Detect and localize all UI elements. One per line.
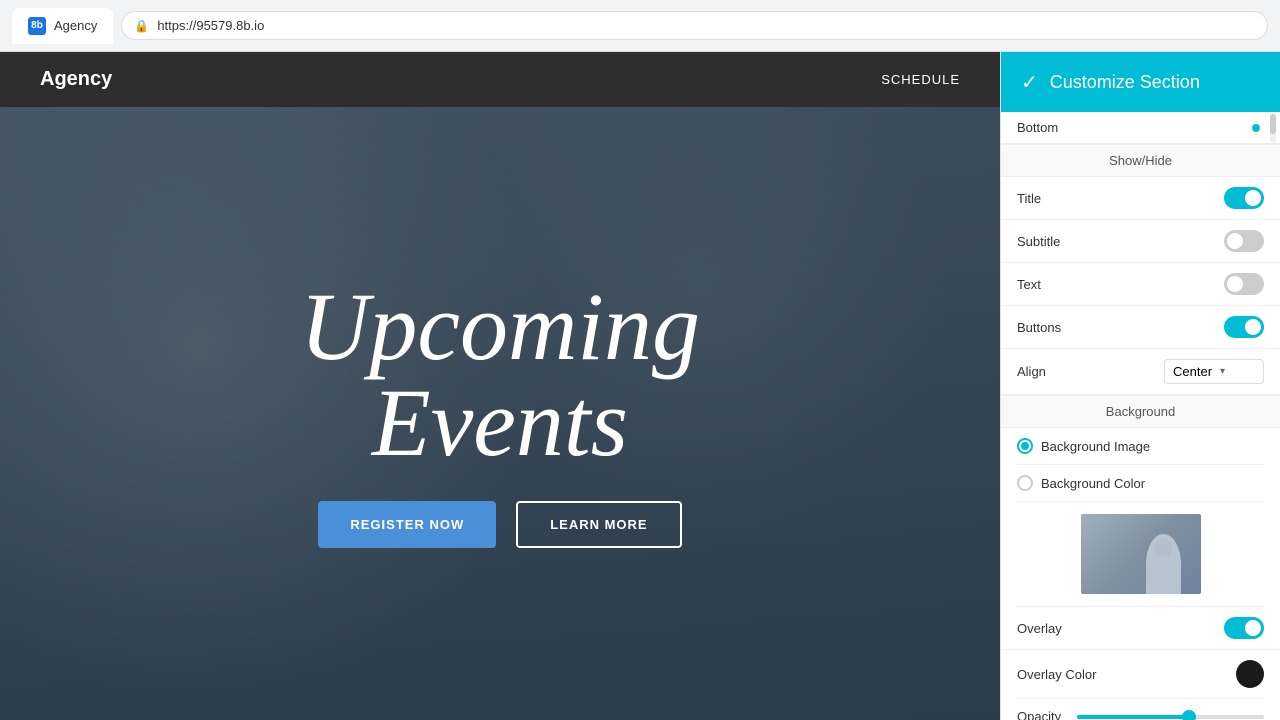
show-hide-divider: Show/Hide <box>1001 144 1280 177</box>
buttons-toggle-label: Buttons <box>1017 320 1061 335</box>
bg-image-label: Background Image <box>1041 439 1150 454</box>
customize-panel: ✓ Customize Section Bottom Show/Hide Tit… <box>1000 52 1280 720</box>
bg-image-radio-row[interactable]: Background Image <box>1017 428 1264 465</box>
overlay-color-swatch[interactable] <box>1236 660 1264 688</box>
align-row: Align Center ▾ <box>1001 349 1280 395</box>
scrollbar-track[interactable] <box>1270 112 1276 143</box>
panel-title: Customize Section <box>1050 72 1200 93</box>
bg-color-label: Background Color <box>1041 476 1145 491</box>
overlay-toggle-row: Overlay <box>1001 607 1280 650</box>
learn-more-button[interactable]: LEARN MORE <box>516 501 681 548</box>
bottom-label: Bottom <box>1017 120 1252 135</box>
hero-section: Upcoming Events REGISTER NOW LEARN MORE <box>0 107 1000 720</box>
subtitle-toggle-label: Subtitle <box>1017 234 1060 249</box>
browser-tab[interactable]: 8b Agency <box>12 8 113 44</box>
main-content: Agency SCHEDULE Upcoming Events REGISTER… <box>0 52 1280 720</box>
text-toggle-row: Text <box>1001 263 1280 306</box>
thumbnail-container[interactable] <box>1017 502 1264 607</box>
website-preview: Agency SCHEDULE Upcoming Events REGISTER… <box>0 52 1000 720</box>
hero-title: Upcoming Events <box>300 279 700 471</box>
title-toggle-label: Title <box>1017 191 1041 206</box>
align-value: Center <box>1173 364 1212 379</box>
overlay-color-row: Overlay Color <box>1017 650 1264 699</box>
overlay-section: Overlay Color Opacity <box>1001 650 1280 720</box>
opacity-label: Opacity <box>1017 709 1061 720</box>
overlay-toggle[interactable] <box>1224 617 1264 639</box>
overlay-toggle-label: Overlay <box>1017 621 1062 636</box>
scrollbar-thumb[interactable] <box>1270 114 1276 134</box>
hero-title-line2: Events <box>372 369 628 476</box>
tab-favicon: 8b <box>28 17 46 35</box>
thumbnail-figure <box>1146 534 1181 594</box>
text-toggle[interactable] <box>1224 273 1264 295</box>
site-logo: Agency <box>40 68 112 91</box>
background-section: Background Image Background Color <box>1001 428 1280 607</box>
opacity-slider[interactable] <box>1077 715 1264 719</box>
title-toggle[interactable] <box>1224 187 1264 209</box>
check-icon: ✓ <box>1021 70 1038 95</box>
align-select[interactable]: Center ▾ <box>1164 359 1264 384</box>
chevron-down-icon: ▾ <box>1220 366 1225 377</box>
subtitle-toggle-row: Subtitle <box>1001 220 1280 263</box>
hero-buttons: REGISTER NOW LEARN MORE <box>300 501 700 548</box>
opacity-thumb[interactable] <box>1182 710 1196 720</box>
panel-header: ✓ Customize Section <box>1001 52 1280 112</box>
site-nav-links: SCHEDULE <box>881 72 960 87</box>
scroll-indicator <box>1252 124 1260 132</box>
site-nav: Agency SCHEDULE <box>0 52 1000 107</box>
browser-chrome: 8b Agency 🔒 https://95579.8b.io <box>0 0 1280 52</box>
subtitle-toggle[interactable] <box>1224 230 1264 252</box>
url-text: https://95579.8b.io <box>157 18 264 33</box>
opacity-row: Opacity <box>1017 699 1264 720</box>
tab-label: Agency <box>54 18 97 33</box>
overlay-color-label: Overlay Color <box>1017 667 1096 682</box>
text-toggle-label: Text <box>1017 277 1041 292</box>
bg-color-radio-row[interactable]: Background Color <box>1017 465 1264 502</box>
bg-color-radio[interactable] <box>1017 475 1033 491</box>
align-label: Align <box>1017 364 1046 379</box>
lock-icon: 🔒 <box>134 19 149 33</box>
scroll-section: Bottom <box>1001 112 1280 144</box>
hero-title-line1: Upcoming <box>300 273 700 380</box>
bg-image-radio[interactable] <box>1017 438 1033 454</box>
register-now-button[interactable]: REGISTER NOW <box>318 501 496 548</box>
background-divider: Background <box>1001 395 1280 428</box>
address-bar[interactable]: 🔒 https://95579.8b.io <box>121 11 1268 40</box>
buttons-toggle[interactable] <box>1224 316 1264 338</box>
buttons-toggle-row: Buttons <box>1001 306 1280 349</box>
bg-thumbnail[interactable] <box>1081 514 1201 594</box>
title-toggle-row: Title <box>1001 177 1280 220</box>
hero-content: Upcoming Events REGISTER NOW LEARN MORE <box>260 239 740 588</box>
nav-link-schedule[interactable]: SCHEDULE <box>881 72 960 87</box>
